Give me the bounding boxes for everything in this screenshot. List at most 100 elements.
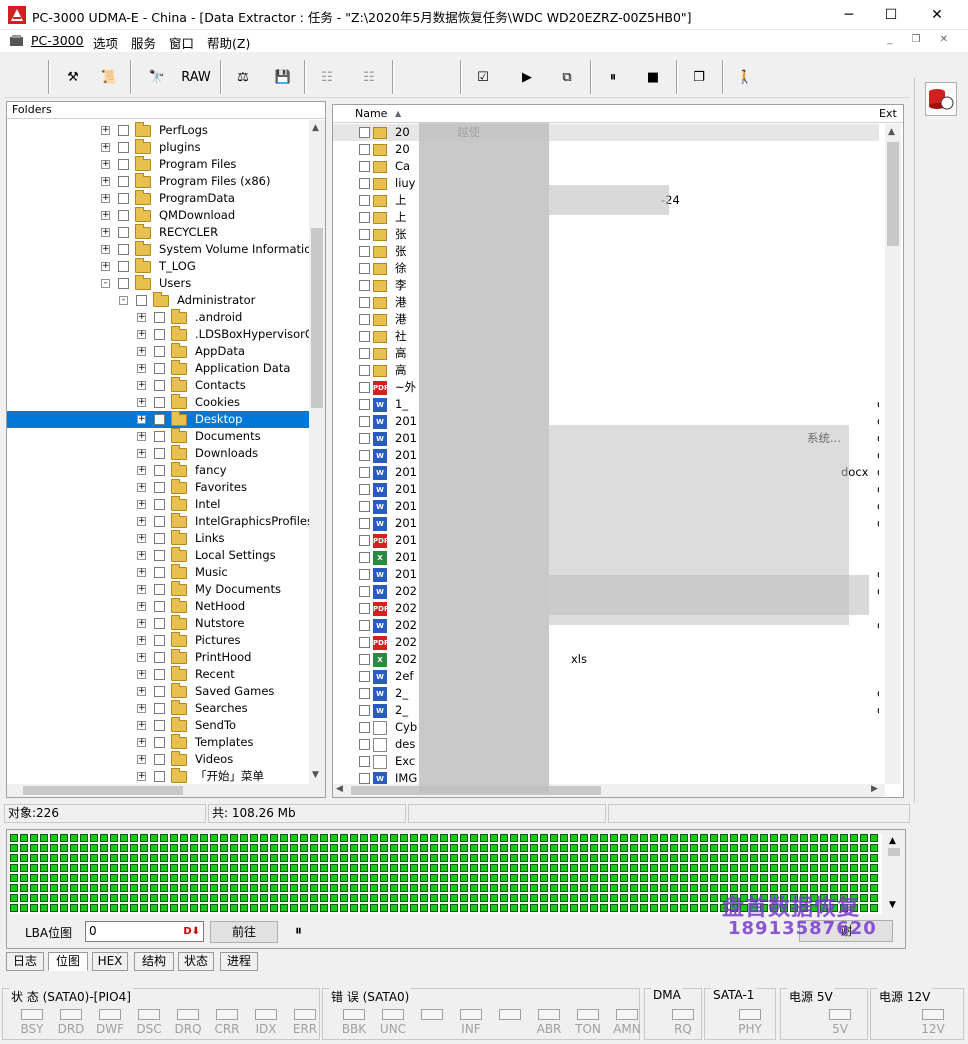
folder-checkbox[interactable] xyxy=(118,278,129,289)
close-button[interactable]: ✕ xyxy=(914,0,960,30)
expand-toggle-icon[interactable]: + xyxy=(137,313,146,322)
folder-tree-item[interactable]: + Recent xyxy=(7,666,309,683)
expand-toggle-icon[interactable]: + xyxy=(137,415,146,424)
file-checkbox[interactable] xyxy=(359,246,370,257)
folder-checkbox[interactable] xyxy=(118,193,129,204)
folder-checkbox[interactable] xyxy=(154,584,165,595)
scroll-down-icon[interactable]: ▼ xyxy=(312,770,319,780)
file-row[interactable]: 高 xyxy=(333,345,879,362)
file-row[interactable]: PDF ~外 xyxy=(333,379,879,396)
file-checkbox[interactable] xyxy=(359,365,370,376)
tab-hex[interactable]: HEX xyxy=(92,952,128,971)
folder-tree-item[interactable]: + RECYCLER xyxy=(7,224,309,241)
expand-toggle-icon[interactable]: + xyxy=(137,483,146,492)
scale-icon[interactable]: ⚖ xyxy=(230,62,256,92)
folder-tree-item[interactable]: + My Documents xyxy=(7,581,309,598)
file-row[interactable]: W 2ef xyxy=(333,668,879,685)
folder-tree-item[interactable]: + Favorites xyxy=(7,479,309,496)
expand-toggle-icon[interactable]: + xyxy=(137,534,146,543)
folder-checkbox[interactable] xyxy=(154,431,165,442)
file-checkbox[interactable] xyxy=(359,569,370,580)
folder-tree-item[interactable]: + Searches xyxy=(7,700,309,717)
file-row[interactable]: W IMG xyxy=(333,770,879,784)
folder-checkbox[interactable] xyxy=(154,380,165,391)
folder-checkbox[interactable] xyxy=(154,550,165,561)
folder-tree-item[interactable]: + Templates xyxy=(7,734,309,751)
file-checkbox[interactable] xyxy=(359,739,370,750)
expand-toggle-icon[interactable]: + xyxy=(101,143,110,152)
column-ext-header[interactable]: Ext xyxy=(879,105,897,122)
folder-checkbox[interactable] xyxy=(118,176,129,187)
file-row[interactable]: 高 xyxy=(333,362,879,379)
folder-tree-item[interactable]: + Music xyxy=(7,564,309,581)
folder-tree-item[interactable]: + System Volume Information xyxy=(7,241,309,258)
scroll-up-icon[interactable]: ▲ xyxy=(889,836,896,846)
file-checkbox[interactable] xyxy=(359,722,370,733)
stop-icon[interactable]: ■ xyxy=(642,62,664,92)
folder-tree-item[interactable]: + Local Settings xyxy=(7,547,309,564)
file-checkbox[interactable] xyxy=(359,705,370,716)
file-checkbox[interactable] xyxy=(359,399,370,410)
menu-service[interactable]: 服务 xyxy=(131,33,156,52)
expand-toggle-icon[interactable]: + xyxy=(137,687,146,696)
file-checkbox[interactable] xyxy=(359,382,370,393)
file-checkbox[interactable] xyxy=(359,348,370,359)
expand-toggle-icon[interactable]: + xyxy=(101,228,110,237)
tab-log[interactable]: 日志 xyxy=(6,952,44,971)
folder-checkbox[interactable] xyxy=(154,652,165,663)
file-checkbox[interactable] xyxy=(359,552,370,563)
folder-tree-item[interactable]: + PrintHood xyxy=(7,649,309,666)
network-icon[interactable]: ⧉ xyxy=(552,62,582,92)
file-checkbox[interactable] xyxy=(359,161,370,172)
file-row[interactable]: PDF 202 xyxy=(333,634,879,651)
folder-vertical-scrollbar[interactable]: ▲ ▼ xyxy=(309,120,325,784)
files-vertical-scrollbar[interactable]: ▲ xyxy=(885,124,901,784)
expand-toggle-icon[interactable]: + xyxy=(137,636,146,645)
file-row[interactable]: 港 xyxy=(333,311,879,328)
file-checkbox[interactable] xyxy=(359,467,370,478)
hex-dropdown-icon[interactable]: D⬇ xyxy=(183,922,200,941)
pause-icon[interactable]: ⏸ xyxy=(602,62,624,92)
folder-tree-item[interactable]: + Videos xyxy=(7,751,309,768)
expand-toggle-icon[interactable]: + xyxy=(137,755,146,764)
folder-tree-item[interactable]: + ProgramData xyxy=(7,190,309,207)
expand-toggle-icon[interactable]: + xyxy=(101,211,110,220)
expand-toggle-icon[interactable]: + xyxy=(101,194,110,203)
binoculars-icon[interactable]: 🔭 xyxy=(144,62,170,92)
expand-toggle-icon[interactable]: + xyxy=(137,551,146,560)
file-checkbox[interactable] xyxy=(359,501,370,512)
folder-scroll-thumb[interactable] xyxy=(311,228,323,408)
file-row[interactable]: Cyb xyxy=(333,719,879,736)
folder-checkbox[interactable] xyxy=(118,159,129,170)
expand-toggle-icon[interactable]: + xyxy=(101,245,110,254)
file-checkbox[interactable] xyxy=(359,416,370,427)
folder-tree-item[interactable]: + Pictures xyxy=(7,632,309,649)
file-checkbox[interactable] xyxy=(359,331,370,342)
tab-status[interactable]: 状态 xyxy=(178,952,214,971)
folder-checkbox[interactable] xyxy=(154,720,165,731)
exit-icon[interactable]: 🚶 xyxy=(732,62,758,92)
scroll-up-icon[interactable]: ▲ xyxy=(312,123,319,133)
tab-process[interactable]: 进程 xyxy=(220,952,258,971)
folder-checkbox[interactable] xyxy=(154,754,165,765)
expand-toggle-icon[interactable]: + xyxy=(137,619,146,628)
file-checkbox[interactable] xyxy=(359,688,370,699)
folder-checkbox[interactable] xyxy=(154,329,165,340)
expand-toggle-icon[interactable]: + xyxy=(137,381,146,390)
folder-checkbox[interactable] xyxy=(118,125,129,136)
disk-save-icon[interactable]: 💾 xyxy=(270,62,296,92)
file-row[interactable]: 社 xyxy=(333,328,879,345)
folder-tree-item[interactable]: + Links xyxy=(7,530,309,547)
file-row[interactable]: 港 xyxy=(333,294,879,311)
folder-checkbox[interactable] xyxy=(154,414,165,425)
expand-toggle-icon[interactable]: + xyxy=(137,449,146,458)
file-checkbox[interactable] xyxy=(359,654,370,665)
expand-toggle-icon[interactable]: + xyxy=(137,500,146,509)
maximize-button[interactable]: ☐ xyxy=(868,0,914,30)
file-row[interactable]: 张 xyxy=(333,243,879,260)
file-checkbox[interactable] xyxy=(359,229,370,240)
expand-toggle-icon[interactable]: + xyxy=(137,347,146,356)
file-checkbox[interactable] xyxy=(359,127,370,138)
expand-toggle-icon[interactable]: + xyxy=(137,772,146,781)
folder-tree-item[interactable]: - Users xyxy=(7,275,309,292)
